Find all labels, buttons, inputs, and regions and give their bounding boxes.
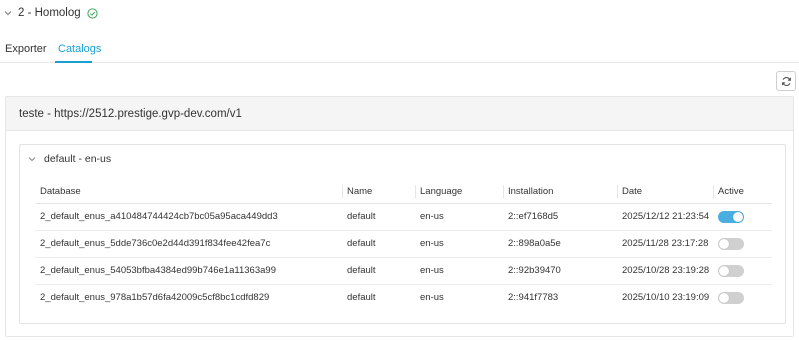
cell-date: 2025/12/12 21:23:54 (617, 203, 713, 231)
table-row: 2_default_enus_5dde736c0e2d44d391f834fee… (35, 230, 772, 258)
active-tab-indicator (55, 61, 92, 63)
environment-header[interactable]: 2 - Homolog (4, 6, 98, 20)
cell-language: en-us (415, 203, 503, 231)
cell-date: 2025/10/10 23:19:09 (622, 292, 710, 304)
catalog-group: default - en-us Database Name Language I… (19, 144, 786, 324)
refresh-button[interactable] (776, 71, 796, 91)
cell-database: 2_default_enus_5dde736c0e2d44d391f834fee… (35, 230, 342, 258)
tab-catalogs[interactable]: Catalogs (58, 43, 101, 55)
cell-active (713, 257, 772, 285)
cell-active (713, 203, 772, 231)
table-header-row: Database Name Language Installation Date… (35, 180, 772, 204)
cell-installation: 2::941f7783 (508, 292, 559, 304)
environment-title: 2 - Homolog (18, 7, 81, 19)
catalogs-table: Database Name Language Installation Date… (35, 180, 772, 311)
toggle-knob (733, 211, 743, 222)
column-header-database[interactable]: Database (35, 180, 342, 204)
tab-exporter[interactable]: Exporter (5, 43, 47, 55)
cell-installation: 2::898a0a5e (503, 230, 617, 258)
chevron-down-icon[interactable] (4, 9, 12, 17)
cell-database: 2_default_enus_a410484744424cb7bc05a95ac… (35, 203, 342, 231)
toggle-knob (719, 238, 729, 249)
toggle-knob (719, 292, 729, 303)
refresh-icon (781, 76, 791, 86)
cell-language: en-us (415, 230, 503, 258)
cell-language: en-us (420, 292, 444, 304)
cell-date: 2025/11/28 23:17:28 (617, 230, 713, 258)
active-toggle[interactable] (718, 291, 744, 304)
tab-bar: Exporter Catalogs (0, 36, 799, 63)
catalog-group-header[interactable]: default - en-us (28, 153, 111, 165)
table-row: 2_default_enus_a410484744424cb7bc05a95ac… (35, 203, 772, 231)
cell-name: default (342, 257, 415, 285)
connection-panel: teste - https://2512.prestige.gvp-dev.co… (5, 96, 794, 337)
column-header-language[interactable]: Language (415, 180, 503, 204)
column-header-active[interactable]: Active (713, 180, 772, 204)
active-toggle[interactable] (718, 210, 744, 223)
check-circle-icon (87, 7, 98, 19)
toggle-knob (719, 265, 729, 276)
column-header-date[interactable]: Date (617, 180, 713, 204)
connection-title: teste - https://2512.prestige.gvp-dev.co… (6, 97, 793, 131)
active-toggle[interactable] (718, 264, 744, 277)
cell-date: 2025/10/28 23:19:28 (617, 257, 713, 285)
chevron-down-icon[interactable] (28, 155, 36, 163)
cell-installation: 2::92b39470 (503, 257, 617, 285)
cell-name: default (342, 230, 415, 258)
cell-database: 2_default_enus_978a1b57d6fa42009c5cf8bc1… (40, 292, 270, 304)
cell-name: default (347, 292, 376, 304)
cell-installation: 2::ef7168d5 (503, 203, 617, 231)
cell-active (713, 230, 772, 258)
cell-active (713, 284, 772, 311)
cell-language: en-us (415, 257, 503, 285)
cell-database: 2_default_enus_54053bfba4384ed99b746e1a1… (35, 257, 342, 285)
cell-name: default (342, 203, 415, 231)
active-toggle[interactable] (718, 237, 744, 250)
column-header-installation[interactable]: Installation (503, 180, 617, 204)
column-header-name[interactable]: Name (342, 180, 415, 204)
catalog-group-title: default - en-us (44, 153, 112, 165)
table-row: 2_default_enus_54053bfba4384ed99b746e1a1… (35, 257, 772, 285)
table-row: 2_default_enus_978a1b57d6fa42009c5cf8bc1… (35, 284, 772, 311)
